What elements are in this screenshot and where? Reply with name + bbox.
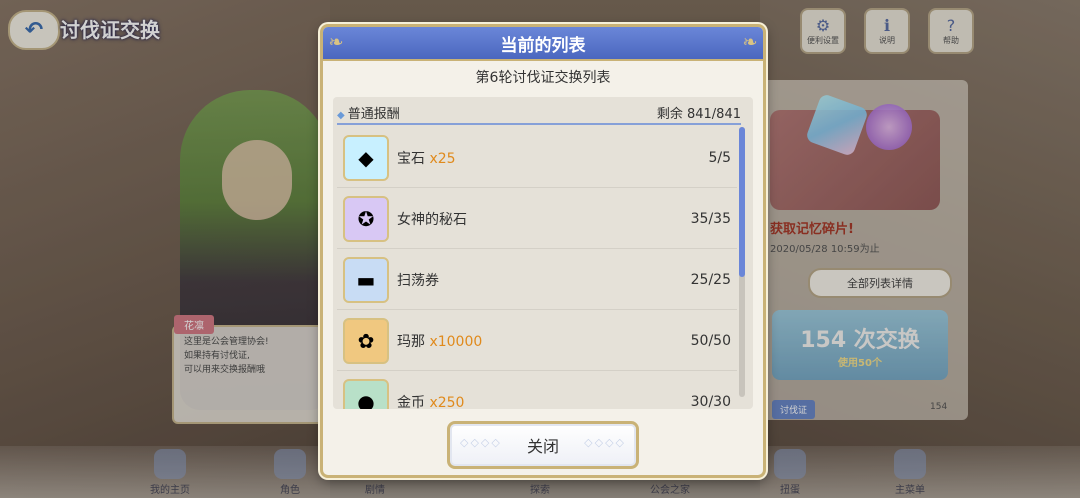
- item-count: 50/50: [690, 333, 731, 349]
- corner-ornament-icon: ❧: [328, 31, 344, 53]
- diamond-pattern-icon: ◇◇◇◇: [460, 436, 502, 449]
- diamond-pattern-icon: ◇◇◇◇: [584, 436, 626, 449]
- item-qty: x10000: [429, 334, 483, 350]
- sweep-ticket-icon: ▬: [343, 257, 389, 303]
- coin-icon: ●: [343, 379, 389, 409]
- list-item: ✪ 女神的秘石 35/35: [337, 190, 737, 249]
- section-remaining: 剩余 841/841: [656, 106, 741, 122]
- section-label: 普通报酬: [347, 106, 400, 122]
- item-name: 玛那: [397, 334, 425, 350]
- item-name: 宝石: [397, 151, 425, 167]
- list-item: ✿ 玛那 x10000 50/50: [337, 312, 737, 371]
- item-count: 25/25: [690, 272, 731, 288]
- item-count: 5/5: [708, 150, 731, 166]
- item-count: 30/30: [690, 394, 731, 409]
- diamond-icon: ◆: [337, 109, 345, 121]
- list-item: ▬ 扫荡券 25/25: [337, 251, 737, 310]
- item-qty: x250: [429, 395, 465, 409]
- item-count: 35/35: [690, 211, 731, 227]
- goddess-stone-icon: ✪: [343, 196, 389, 242]
- dialog-subtitle: 第6轮讨伐证交换列表: [475, 70, 611, 86]
- close-label: 关闭: [526, 437, 559, 456]
- item-name: 女神的秘石: [397, 212, 467, 228]
- item-name: 金币: [397, 395, 425, 409]
- section-header: ◆ 普通报酬 剩余 841/841: [337, 101, 741, 125]
- item-qty: x25: [429, 151, 456, 167]
- list-item: ● 金币 x250 30/30: [337, 373, 737, 409]
- current-list-dialog: 当前的列表 ❧ ❧ 第6轮讨伐证交换列表 ◆ 普通报酬 剩余 841/841 ◆ …: [320, 24, 766, 478]
- scrollbar-thumb[interactable]: [739, 127, 745, 277]
- dialog-header: 当前的列表: [323, 27, 763, 61]
- item-name: 扫荡券: [397, 273, 439, 289]
- reward-list[interactable]: ◆ 普通报酬 剩余 841/841 ◆ 宝石 x25 5/5 ✪ 女神的秘石 35…: [333, 97, 753, 409]
- dialog-title: 当前的列表: [500, 35, 586, 56]
- list-item: ◆ 宝石 x25 5/5: [337, 129, 737, 188]
- mana-icon: ✿: [343, 318, 389, 364]
- corner-ornament-icon: ❧: [742, 31, 758, 53]
- close-button[interactable]: ◇◇◇◇ 关闭 ◇◇◇◇: [447, 421, 639, 469]
- gem-icon: ◆: [343, 135, 389, 181]
